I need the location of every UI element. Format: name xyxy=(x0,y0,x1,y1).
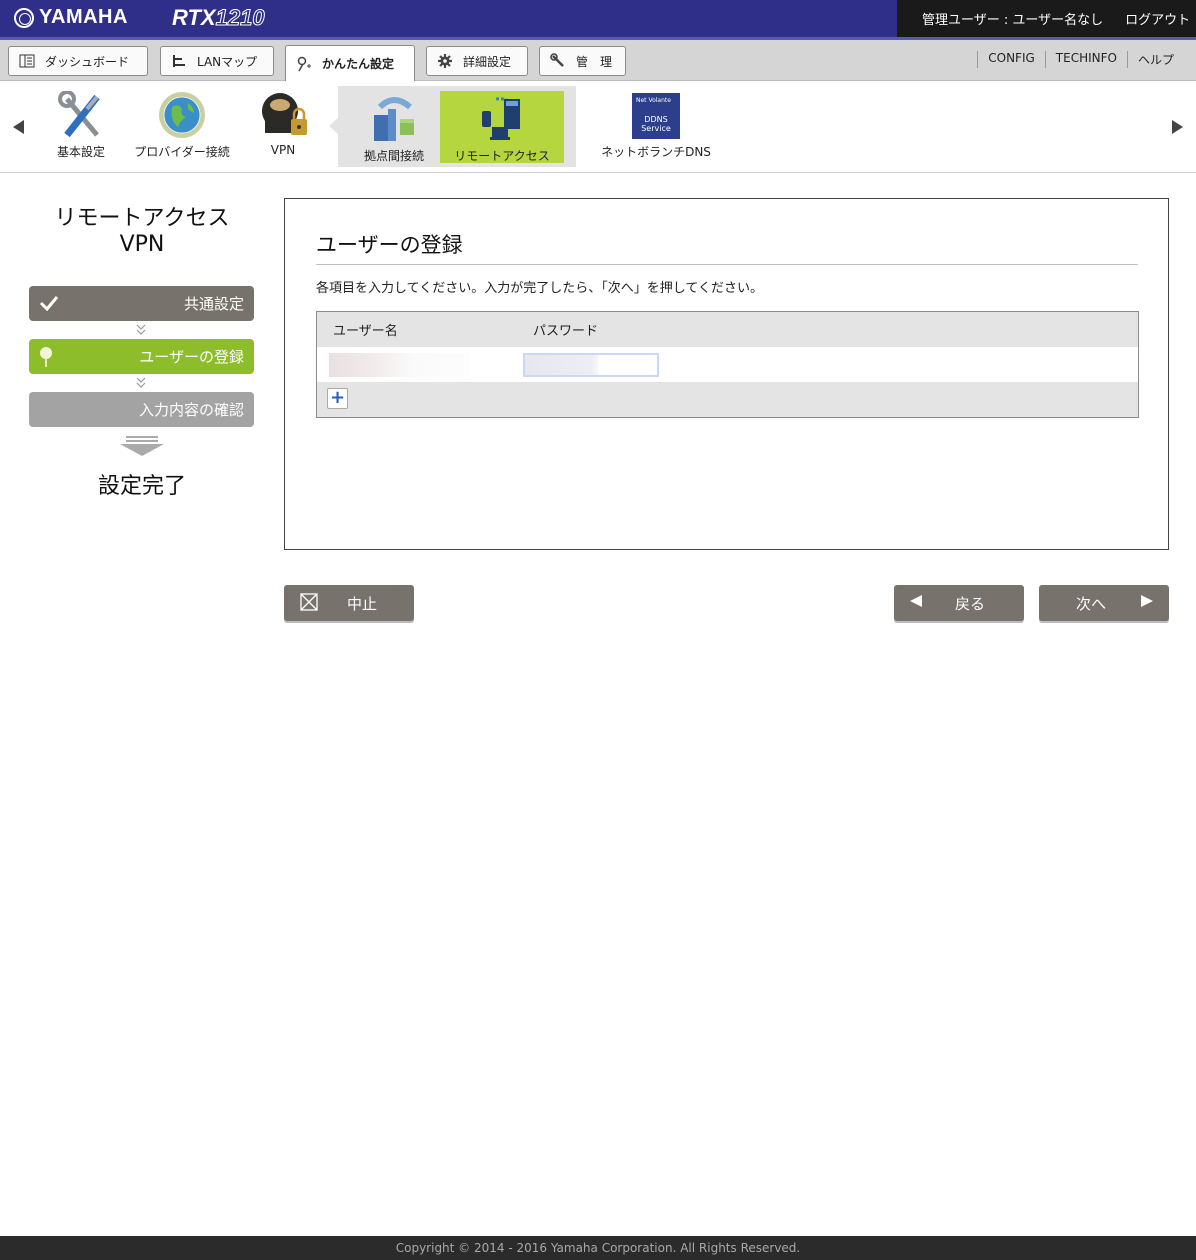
model-name: RTX1210 xyxy=(172,5,265,31)
admin-user-label: 管理ユーザー : ユーザー名なし xyxy=(922,13,1104,28)
brand-name: YAMAHA xyxy=(39,6,128,28)
tab-advanced-settings[interactable]: 詳細設定 xyxy=(426,46,528,76)
step-common-settings: 共通設定 xyxy=(29,286,254,321)
back-label: 戻る xyxy=(955,595,986,613)
ddns-badge-service: Service xyxy=(641,124,671,133)
menu-label: VPN xyxy=(270,143,296,157)
vpn-lock-icon xyxy=(259,91,307,139)
menu-vpn[interactable]: VPN xyxy=(256,91,310,157)
tab-label: ダッシュボード xyxy=(45,54,130,69)
tools-icon xyxy=(57,90,105,139)
menu-netvolante-dns[interactable]: Net Volante DDNS Service ネットボランチDNS xyxy=(596,93,716,160)
column-header-password: パスワード xyxy=(533,324,599,339)
globe-icon xyxy=(158,91,206,139)
user-area: 管理ユーザー : ユーザー名なし ログアウト xyxy=(897,0,1196,37)
remote-access-icon xyxy=(478,95,526,143)
pin-icon xyxy=(39,346,55,372)
chevron-down-icon xyxy=(136,377,146,388)
yamaha-logo: YAMAHA xyxy=(14,6,128,29)
menu-label: 基本設定 xyxy=(56,145,105,159)
tab-dashboard[interactable]: ダッシュボード xyxy=(8,46,148,76)
help-link[interactable]: ヘルプ xyxy=(1126,51,1184,68)
step-label: 共通設定 xyxy=(183,295,244,313)
top-links: CONFIG TECHINFO ヘルプ xyxy=(977,51,1184,68)
model-prefix: RTX xyxy=(172,5,216,30)
wrench-icon xyxy=(550,53,566,69)
table-row xyxy=(317,347,1138,382)
step-label: 入力内容の確認 xyxy=(138,401,244,419)
page-title: ユーザーの登録 xyxy=(316,233,463,257)
final-step-label: 設定完了 xyxy=(97,474,186,499)
tab-easy-setup[interactable]: かんたん設定 xyxy=(285,45,415,81)
step-label: ユーザーの登録 xyxy=(139,348,244,366)
wizard-title: リモートアクセス xyxy=(54,206,230,231)
menu-remote-access[interactable]: リモートアクセス xyxy=(446,95,558,164)
tab-label: LANマップ xyxy=(197,54,258,69)
cancel-label: 中止 xyxy=(347,595,378,613)
step-confirm-input: 入力内容の確認 xyxy=(29,392,254,427)
tab-label: かんたん設定 xyxy=(322,57,395,71)
right-triangle-icon xyxy=(1140,594,1154,612)
setup-menu-bar: 基本設定 プロバイダー接続 VPN 拠点間接続 リモートアクセス Net Vol… xyxy=(0,81,1196,173)
password-field[interactable] xyxy=(523,353,659,377)
username-field[interactable] xyxy=(329,353,469,377)
back-button[interactable]: 戻る xyxy=(894,585,1024,621)
menu-label: ネットボランチDNS xyxy=(601,145,711,159)
scroll-left-arrow-icon[interactable] xyxy=(13,120,24,134)
ddns-badge-ddns: DDNS xyxy=(644,115,668,124)
logout-link[interactable]: ログアウト xyxy=(1125,9,1190,28)
model-number: 1210 xyxy=(215,5,265,31)
next-button[interactable]: 次へ xyxy=(1039,585,1169,621)
menu-label: プロバイダー接続 xyxy=(134,145,230,159)
menu-label: リモートアクセス xyxy=(454,149,550,163)
title-divider xyxy=(316,264,1138,265)
left-triangle-icon xyxy=(909,594,923,612)
ddns-badge-netvolante: Net Volante xyxy=(636,97,671,104)
column-header-username: ユーザー名 xyxy=(333,324,398,339)
user-table: ユーザー名 パスワード + xyxy=(316,311,1139,418)
next-label: 次へ xyxy=(1076,595,1107,613)
top-header: YAMAHA RTX1210 管理ユーザー : ユーザー名なし ログアウト xyxy=(0,0,1196,37)
tab-management[interactable]: 管 理 xyxy=(539,46,626,76)
tab-label: 管 理 xyxy=(576,54,613,69)
ddns-service-icon: Net Volante DDNS Service xyxy=(632,93,680,139)
menu-site-to-site[interactable]: 拠点間接続 xyxy=(358,95,430,164)
wizard-icon xyxy=(296,56,312,72)
step-user-registration: ユーザーの登録 xyxy=(29,339,254,374)
menu-basic-settings[interactable]: 基本設定 xyxy=(50,90,112,160)
yamaha-emblem-icon xyxy=(14,7,34,28)
site-to-site-icon xyxy=(370,95,418,143)
footer: Copyright © 2014 - 2016 Yamaha Corporati… xyxy=(0,1236,1196,1260)
techinfo-link[interactable]: TECHINFO xyxy=(1044,51,1127,68)
user-registration-panel: ユーザーの登録 各項目を入力してください。入力が完了したら、「次へ」を押してくだ… xyxy=(284,198,1169,550)
dashboard-icon xyxy=(19,53,35,69)
cancel-x-icon xyxy=(300,593,318,615)
instruction-text: 各項目を入力してください。入力が完了したら、「次へ」を押してください。 xyxy=(316,281,763,296)
lan-map-icon xyxy=(171,53,187,69)
menu-provider-connection[interactable]: プロバイダー接続 xyxy=(128,91,236,160)
scroll-right-arrow-icon[interactable] xyxy=(1172,120,1183,134)
cancel-button[interactable]: 中止 xyxy=(284,585,414,621)
main-tab-bar: ダッシュボード LANマップ かんたん設定 詳細設定 管 理 CONFIG TE… xyxy=(0,40,1196,81)
chevron-down-icon xyxy=(136,324,146,335)
config-link[interactable]: CONFIG xyxy=(977,51,1045,68)
menu-label: 拠点間接続 xyxy=(363,149,424,163)
down-arrow-icon xyxy=(120,436,164,456)
checkmark-icon xyxy=(39,295,59,315)
add-row-button[interactable]: + xyxy=(327,388,348,409)
wizard-subtitle: VPN xyxy=(119,232,165,257)
tab-lan-map[interactable]: LANマップ xyxy=(160,46,274,76)
tab-label: 詳細設定 xyxy=(463,54,512,69)
gear-icon xyxy=(437,53,453,69)
